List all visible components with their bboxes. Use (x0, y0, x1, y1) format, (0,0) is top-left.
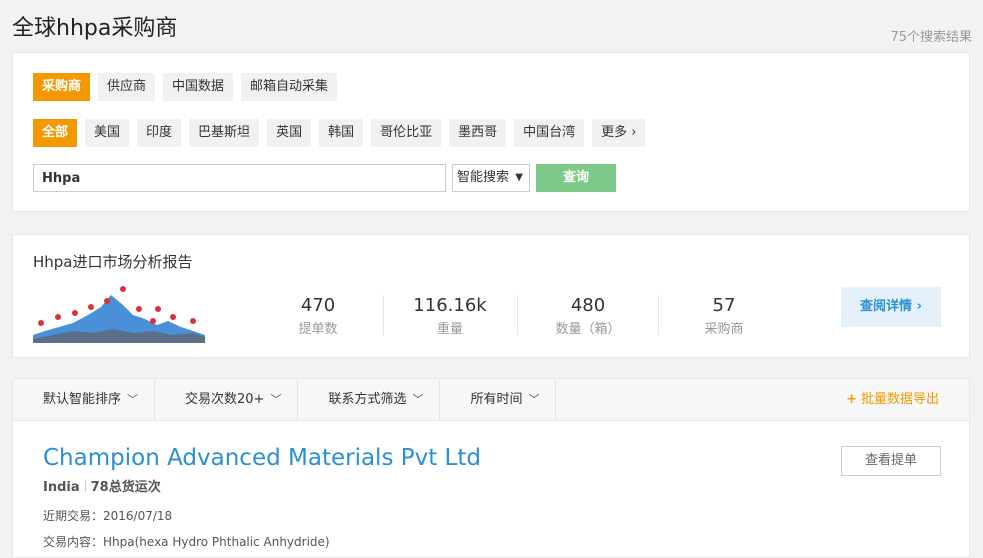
search-mode-select[interactable]: 智能搜索 ▼ (452, 164, 530, 192)
search-mode-label: 智能搜索 (457, 170, 510, 185)
search-button[interactable]: 查询 (536, 164, 616, 192)
stat-quantity: 480 数量（箱） (528, 295, 648, 337)
results-list: 默认智能排序 ﹀ 交易次数20+ ﹀ 联系方式筛选 ﹀ 所有时间 ﹀ + 批量数据导出 C… (12, 378, 970, 558)
filter-panel: 采购商 供应商 中国数据 邮箱自动采集 全部 美国 印度 巴基斯坦 英国 韩国 … (12, 52, 970, 212)
recent-trade-line: 近期交易：2016/07/18 (43, 507, 172, 524)
stat-weight: 116.16k 重量 (390, 295, 510, 337)
filter-contact-dropdown[interactable]: 联系方式筛选 ﹀ (298, 379, 441, 421)
page-title: 全球hhpa采购商 (12, 16, 178, 41)
sort-filter-bar: 默认智能排序 ﹀ 交易次数20+ ﹀ 联系方式筛选 ﹀ 所有时间 ﹀ (13, 379, 969, 421)
stat-divider (517, 295, 518, 335)
country-chip-korea[interactable]: 韩国 (319, 119, 364, 147)
stat-bills-label: 提单数 (298, 322, 338, 337)
recent-trade-label: 近期交易： (43, 509, 104, 523)
category-chip-email-collect[interactable]: 邮箱自动采集 (241, 73, 338, 101)
stat-buyers: 57 采购商 (664, 295, 784, 337)
country-chip-pakistan[interactable]: 巴基斯坦 (189, 119, 260, 147)
chevron-down-icon: ﹀ (270, 393, 282, 406)
country-chip-more[interactable]: 更多 › (592, 119, 646, 147)
stat-weight-label: 重量 (436, 322, 463, 337)
search-bar: 智能搜索 ▼ 查询 (33, 164, 616, 192)
filter-trade-count-label: 交易次数20+ (185, 392, 265, 407)
sort-smart-label: 默认智能排序 (43, 392, 122, 407)
country-chip-colombia[interactable]: 哥伦比亚 (371, 119, 442, 147)
plus-icon: + (846, 392, 857, 407)
country-filter-row: 全部 美国 印度 巴基斯坦 英国 韩国 哥伦比亚 墨西哥 中国台湾 更多 › (33, 119, 646, 147)
view-report-details-button[interactable]: 查阅详情 › (841, 287, 941, 327)
bulk-export-label: 批量数据导出 (860, 392, 939, 407)
company-name-link[interactable]: Champion Advanced Materials Pvt Ltd (43, 445, 481, 471)
country-chip-taiwan[interactable]: 中国台湾 (514, 119, 585, 147)
bulk-export-link[interactable]: + 批量数据导出 (846, 379, 939, 421)
stat-buyers-value: 57 (712, 295, 736, 316)
stat-quantity-label: 数量（箱） (555, 322, 621, 337)
search-input[interactable] (33, 164, 446, 192)
result-count: 75个搜索结果 (890, 30, 972, 45)
filter-time-label: 所有时间 (470, 392, 523, 407)
stat-weight-value: 116.16k (413, 295, 487, 316)
stat-quantity-value: 480 (570, 295, 606, 316)
stat-divider (658, 295, 659, 335)
company-meta: India 78总货运次 (43, 476, 161, 495)
chevron-down-icon: ﹀ (127, 393, 139, 406)
market-analysis-panel: Hhpa进口市场分析报告 470 提单数 116.16k 重量 480 数量（箱… (12, 234, 970, 358)
chevron-down-icon: ﹀ (412, 393, 424, 406)
meta-divider (84, 480, 86, 492)
stat-bills: 470 提单数 (258, 295, 378, 337)
chevron-down-icon: ﹀ (528, 393, 540, 406)
stat-divider (383, 295, 384, 335)
country-chip-uk[interactable]: 英国 (267, 119, 312, 147)
category-chip-suppliers[interactable]: 供应商 (98, 73, 156, 101)
stat-bills-value: 470 (300, 295, 336, 316)
market-thumbnail-chart (33, 286, 205, 343)
trade-content-line: 交易内容：Hhpa(hexa Hydro Phthalic Anhydride) (43, 533, 330, 550)
filter-contact-label: 联系方式筛选 (328, 392, 407, 407)
view-bill-button[interactable]: 查看提单 (841, 446, 941, 476)
company-country: India (43, 480, 80, 495)
category-chip-buyers[interactable]: 采购商 (33, 73, 91, 101)
filter-time-dropdown[interactable]: 所有时间 ﹀ (440, 379, 557, 421)
country-chip-all[interactable]: 全部 (33, 119, 78, 147)
country-chip-usa[interactable]: 美国 (85, 119, 130, 147)
page-header: 全球hhpa采购商 75个搜索结果 (12, 10, 972, 46)
category-chip-china-data[interactable]: 中国数据 (163, 73, 234, 101)
trade-content-label: 交易内容： (43, 535, 104, 549)
company-shipments: 78总货运次 (90, 480, 161, 495)
trade-content-value: Hhpa(hexa Hydro Phthalic Anhydride) (103, 535, 330, 549)
filter-trade-count-dropdown[interactable]: 交易次数20+ ﹀ (155, 379, 299, 421)
country-chip-india[interactable]: 印度 (137, 119, 182, 147)
country-chip-mexico[interactable]: 墨西哥 (449, 119, 507, 147)
recent-trade-date: 2016/07/18 (103, 509, 173, 523)
category-filter-row: 采购商 供应商 中国数据 邮箱自动采集 (33, 73, 338, 101)
stat-buyers-label: 采购商 (704, 322, 744, 337)
sort-smart-dropdown[interactable]: 默认智能排序 ﹀ (13, 379, 156, 421)
dropdown-caret-icon: ▼ (515, 172, 523, 183)
analysis-title: Hhpa进口市场分析报告 (33, 253, 193, 271)
